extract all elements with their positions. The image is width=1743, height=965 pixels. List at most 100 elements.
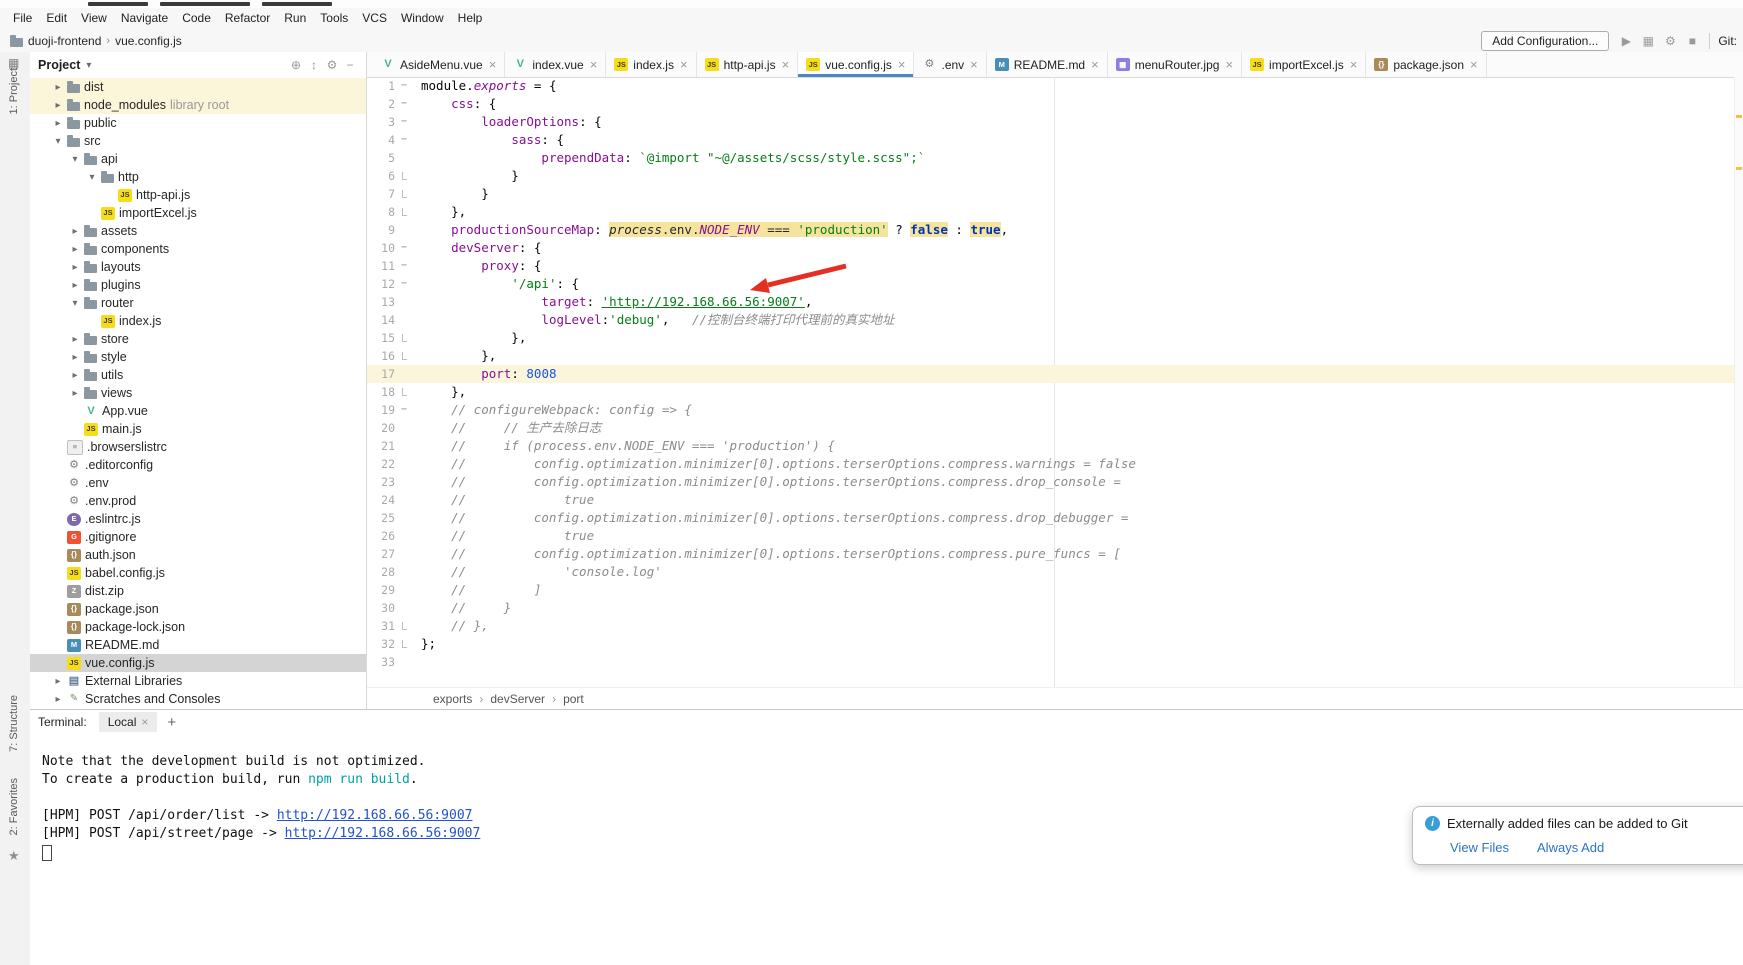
chevron-right-icon[interactable]: ▸ — [70, 352, 80, 363]
fold-marker[interactable]: − — [395, 257, 413, 275]
code-line-22[interactable]: 22 // config.optimization.minimizer[0].o… — [367, 455, 1735, 473]
chevron-right-icon[interactable]: ▸ — [70, 334, 80, 345]
error-stripe[interactable] — [1734, 77, 1743, 688]
tree-item-env-prod[interactable]: ⚙.env.prod — [30, 492, 366, 510]
tree-item-gitignore[interactable]: G.gitignore — [30, 528, 366, 546]
tree-item-node-modules[interactable]: ▸node_modules library root — [30, 96, 366, 114]
menu-item-tools[interactable]: Tools — [313, 8, 355, 28]
code-line-19[interactable]: 19− // configureWebpack: config => { — [367, 401, 1735, 419]
terminal-tab-local[interactable]: Local × — [99, 712, 158, 732]
tab-index-js[interactable]: JSindex.js× — [606, 52, 696, 77]
tab-readme-md[interactable]: MREADME.md× — [987, 52, 1108, 77]
code-line-14[interactable]: 14 logLevel:'debug', //控制台终端打印代理前的真实地址 — [367, 311, 1735, 329]
code-line-33[interactable]: 33 — [367, 653, 1735, 671]
tree-item-external-libraries[interactable]: ▸▤External Libraries — [30, 672, 366, 690]
tree-item-style[interactable]: ▸style — [30, 348, 366, 366]
code-line-6[interactable]: 6 } — [367, 167, 1735, 185]
chevron-right-icon[interactable]: ▸ — [53, 82, 63, 93]
locate-file-icon[interactable]: ⊕ — [288, 58, 304, 72]
tool-button-favorites[interactable]: 2: Favorites — [8, 778, 20, 835]
chevron-down-icon[interactable]: ▾ — [87, 172, 97, 183]
tree-item-utils[interactable]: ▸utils — [30, 366, 366, 384]
code-line-31[interactable]: 31 // }, — [367, 617, 1735, 635]
tree-item-importexcel-js[interactable]: JSimportExcel.js — [30, 204, 366, 222]
tab-vue-config-js[interactable]: JSvue.config.js× — [798, 52, 914, 77]
breadcrumb-port[interactable]: port — [563, 692, 584, 706]
close-icon[interactable]: × — [1350, 57, 1358, 72]
tab-index-vue[interactable]: Vindex.vue× — [505, 52, 606, 77]
tab-env[interactable]: ⚙.env× — [914, 52, 986, 77]
settings-icon[interactable]: ⚙ — [1661, 34, 1679, 48]
tab-package-json[interactable]: {}package.json× — [1366, 52, 1486, 77]
code-line-24[interactable]: 24 // true — [367, 491, 1735, 509]
menu-item-help[interactable]: Help — [451, 8, 490, 28]
terminal-cursor[interactable] — [42, 845, 52, 861]
tree-item-src[interactable]: ▾src — [30, 132, 366, 150]
tree-item-babel-config-js[interactable]: JSbabel.config.js — [30, 564, 366, 582]
code-link[interactable]: 'http://192.168.66.56:9007' — [602, 294, 805, 309]
tree-item-editorconfig[interactable]: ⚙.editorconfig — [30, 456, 366, 474]
tree-item-app-vue[interactable]: VApp.vue — [30, 402, 366, 420]
tab-asidemenu-vue[interactable]: VAsideMenu.vue× — [373, 52, 505, 77]
chevron-down-icon[interactable]: ▾ — [53, 136, 63, 147]
close-icon[interactable]: × — [680, 57, 688, 72]
tree-item-readme-md[interactable]: MREADME.md — [30, 636, 366, 654]
tree-item-package-json[interactable]: {}package.json — [30, 600, 366, 618]
code-line-9[interactable]: 9 productionSourceMap: process.env.NODE_… — [367, 221, 1735, 239]
tree-item-http[interactable]: ▾http — [30, 168, 366, 186]
project-panel-title[interactable]: Project — [38, 58, 80, 72]
chevron-down-icon[interactable]: ▾ — [86, 60, 91, 71]
code-line-11[interactable]: 11− proxy: { — [367, 257, 1735, 275]
menu-item-edit[interactable]: Edit — [39, 8, 74, 28]
fold-marker[interactable]: − — [395, 131, 413, 149]
menu-item-vcs[interactable]: VCS — [355, 8, 394, 28]
settings-icon[interactable]: ⚙ — [324, 58, 340, 72]
fold-marker[interactable] — [395, 383, 413, 401]
code-line-2[interactable]: 2− css: { — [367, 95, 1735, 113]
breadcrumb-project[interactable]: duoji-frontend — [28, 34, 101, 48]
tree-item-components[interactable]: ▸components — [30, 240, 366, 258]
menu-item-refactor[interactable]: Refactor — [218, 8, 277, 28]
code-line-10[interactable]: 10− devServer: { — [367, 239, 1735, 257]
git-label[interactable]: Git: — [1718, 34, 1737, 48]
tree-item-package-lock-json[interactable]: {}package-lock.json — [30, 618, 366, 636]
tree-item-store[interactable]: ▸store — [30, 330, 366, 348]
code-area[interactable]: 1−module.exports = {2− css: {3− loaderOp… — [367, 77, 1735, 688]
close-icon[interactable]: × — [141, 715, 148, 729]
fold-marker[interactable] — [395, 185, 413, 203]
chevron-right-icon[interactable]: ▸ — [70, 388, 80, 399]
menu-item-code[interactable]: Code — [175, 8, 218, 28]
fold-marker[interactable]: − — [395, 95, 413, 113]
collapse-all-icon[interactable]: ↕ — [306, 58, 322, 72]
code-line-17[interactable]: 17 port: 8008 — [367, 365, 1735, 383]
close-icon[interactable]: × — [782, 57, 790, 72]
close-icon[interactable]: × — [970, 57, 978, 72]
chevron-right-icon[interactable]: ▸ — [70, 280, 80, 291]
close-icon[interactable]: × — [898, 57, 906, 72]
code-line-5[interactable]: 5 prependData: `@import "~@/assets/scss/… — [367, 149, 1735, 167]
menu-item-file[interactable]: File — [6, 8, 39, 28]
new-terminal-button[interactable]: + — [159, 714, 184, 731]
chevron-down-icon[interactable]: ▾ — [70, 154, 80, 165]
code-line-16[interactable]: 16 }, — [367, 347, 1735, 365]
code-line-3[interactable]: 3− loaderOptions: { — [367, 113, 1735, 131]
breadcrumb-exports[interactable]: exports — [433, 692, 472, 706]
fold-marker[interactable] — [395, 329, 413, 347]
menu-item-run[interactable]: Run — [277, 8, 313, 28]
favorites-star-icon[interactable]: ★ — [8, 848, 20, 864]
close-icon[interactable]: × — [1225, 57, 1233, 72]
tool-button-project[interactable]: 1: Project — [8, 68, 20, 114]
code-line-23[interactable]: 23 // config.optimization.minimizer[0].o… — [367, 473, 1735, 491]
hide-panel-icon[interactable]: − — [342, 58, 358, 72]
run-icon[interactable]: ▶ — [1617, 34, 1635, 48]
code-line-29[interactable]: 29 // ] — [367, 581, 1735, 599]
tab-http-api-js[interactable]: JShttp-api.js× — [697, 52, 799, 77]
chevron-right-icon[interactable]: ▸ — [53, 694, 63, 705]
breadcrumb-devserver[interactable]: devServer — [490, 692, 545, 706]
tree-item-views[interactable]: ▸views — [30, 384, 366, 402]
fold-marker[interactable] — [395, 347, 413, 365]
tab-importexcel-js[interactable]: JSimportExcel.js× — [1242, 52, 1366, 77]
chevron-right-icon[interactable]: ▸ — [70, 226, 80, 237]
fold-marker[interactable] — [395, 203, 413, 221]
tree-item-api[interactable]: ▾api — [30, 150, 366, 168]
